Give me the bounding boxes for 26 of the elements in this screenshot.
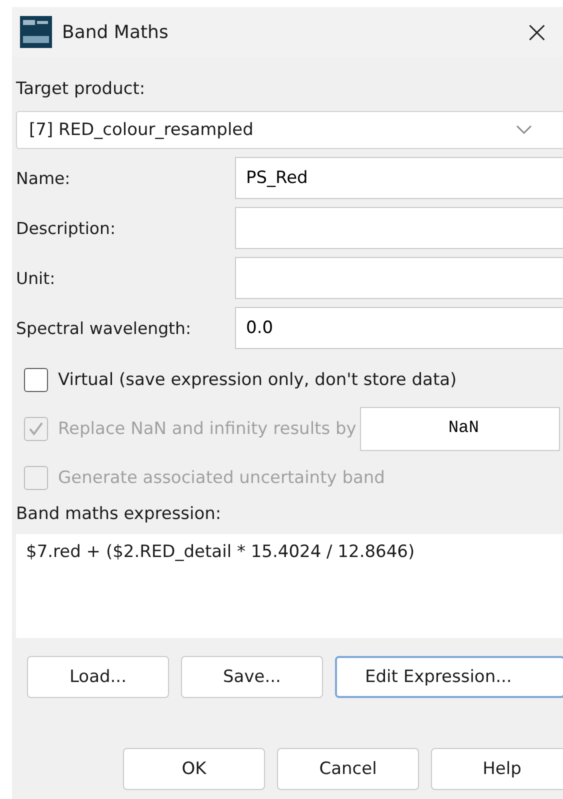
text-field[interactable] [235, 257, 563, 299]
window-title: Band Maths [62, 22, 168, 42]
checkbox-label: Generate associated uncertainty band [58, 468, 385, 488]
action-button[interactable]: Save... [181, 656, 323, 698]
action-button[interactable]: Load... [27, 656, 169, 698]
target-product-label: Target product: [16, 79, 146, 101]
text-field[interactable]: 0.0 [235, 307, 563, 349]
text-field[interactable] [235, 207, 563, 249]
app-logo-icon [20, 16, 52, 48]
chevron-down-icon [516, 125, 532, 135]
expression-label: Band maths expression: [16, 504, 222, 524]
field-label: Unit: [16, 268, 56, 288]
dialog-button[interactable]: OK [123, 748, 265, 790]
field-label: Spectral wavelength: [16, 318, 192, 338]
expression-area[interactable]: $7.red + ($2.RED_detail * 15.4024 / 12.8646) [16, 534, 563, 638]
dialog-button[interactable]: Cancel [277, 748, 419, 790]
field-label: Name: [16, 168, 72, 188]
dialog-button[interactable]: Help [431, 748, 563, 790]
action-button[interactable]: Edit Expression... [335, 656, 563, 698]
field-label: Description: [16, 218, 117, 238]
checkbox-label: Virtual (save expression only, don't store data) [58, 370, 457, 390]
checkbox-label: Replace NaN and infinity results by [58, 418, 356, 438]
close-button[interactable]: × [520, 14, 554, 50]
checkbox[interactable] [24, 368, 48, 392]
text-field[interactable]: PS_Red [235, 157, 563, 199]
target-product-dropdown[interactable]: [7] RED_colour_resampled [16, 111, 563, 149]
